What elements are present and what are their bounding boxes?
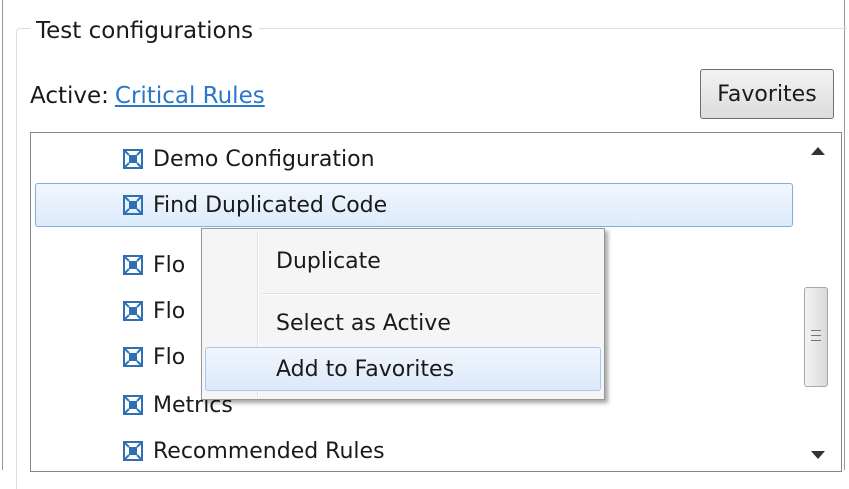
menu-item-select-as-active[interactable]: Select as Active <box>205 301 601 345</box>
scroll-down-arrow-icon[interactable] <box>811 451 825 459</box>
configuration-icon <box>123 395 143 415</box>
group-title: Test configurations <box>30 16 260 46</box>
favorites-button[interactable]: Favorites <box>700 69 834 119</box>
list-item-label: Recommended Rules <box>153 438 385 464</box>
configuration-icon <box>123 347 143 367</box>
menu-separator <box>262 293 600 295</box>
active-configuration-link[interactable]: Critical Rules <box>115 83 265 109</box>
configuration-icon <box>123 301 143 321</box>
grip-line <box>811 330 821 331</box>
active-label: Active: <box>30 83 109 109</box>
list-item[interactable]: Recommended Rules <box>35 429 793 471</box>
active-configuration-row: Active: Critical Rules <box>30 80 265 112</box>
grip-line <box>811 335 821 336</box>
list-item-label: Flo <box>153 252 186 278</box>
list-item-label: Flo <box>153 298 186 324</box>
configuration-icon <box>123 149 143 169</box>
list-item-label: Find Duplicated Code <box>153 192 388 218</box>
menu-item-duplicate[interactable]: Duplicate <box>205 239 601 283</box>
list-item-label: Demo Configuration <box>153 146 375 172</box>
grip-line <box>811 340 821 341</box>
scrollbar-thumb[interactable] <box>804 287 828 387</box>
context-menu: Duplicate Select as Active Add to Favori… <box>201 228 605 400</box>
list-item[interactable]: Demo Configuration <box>35 137 793 181</box>
list-item-selected[interactable]: Find Duplicated Code <box>35 183 793 227</box>
scroll-up-arrow-icon[interactable] <box>811 147 825 155</box>
configuration-icon <box>123 255 143 275</box>
configuration-icon <box>123 441 143 461</box>
vertical-scrollbar[interactable] <box>795 133 841 471</box>
configuration-icon <box>123 195 143 215</box>
menu-item-add-to-favorites[interactable]: Add to Favorites <box>205 347 601 391</box>
list-item-label: Flo <box>153 344 186 370</box>
